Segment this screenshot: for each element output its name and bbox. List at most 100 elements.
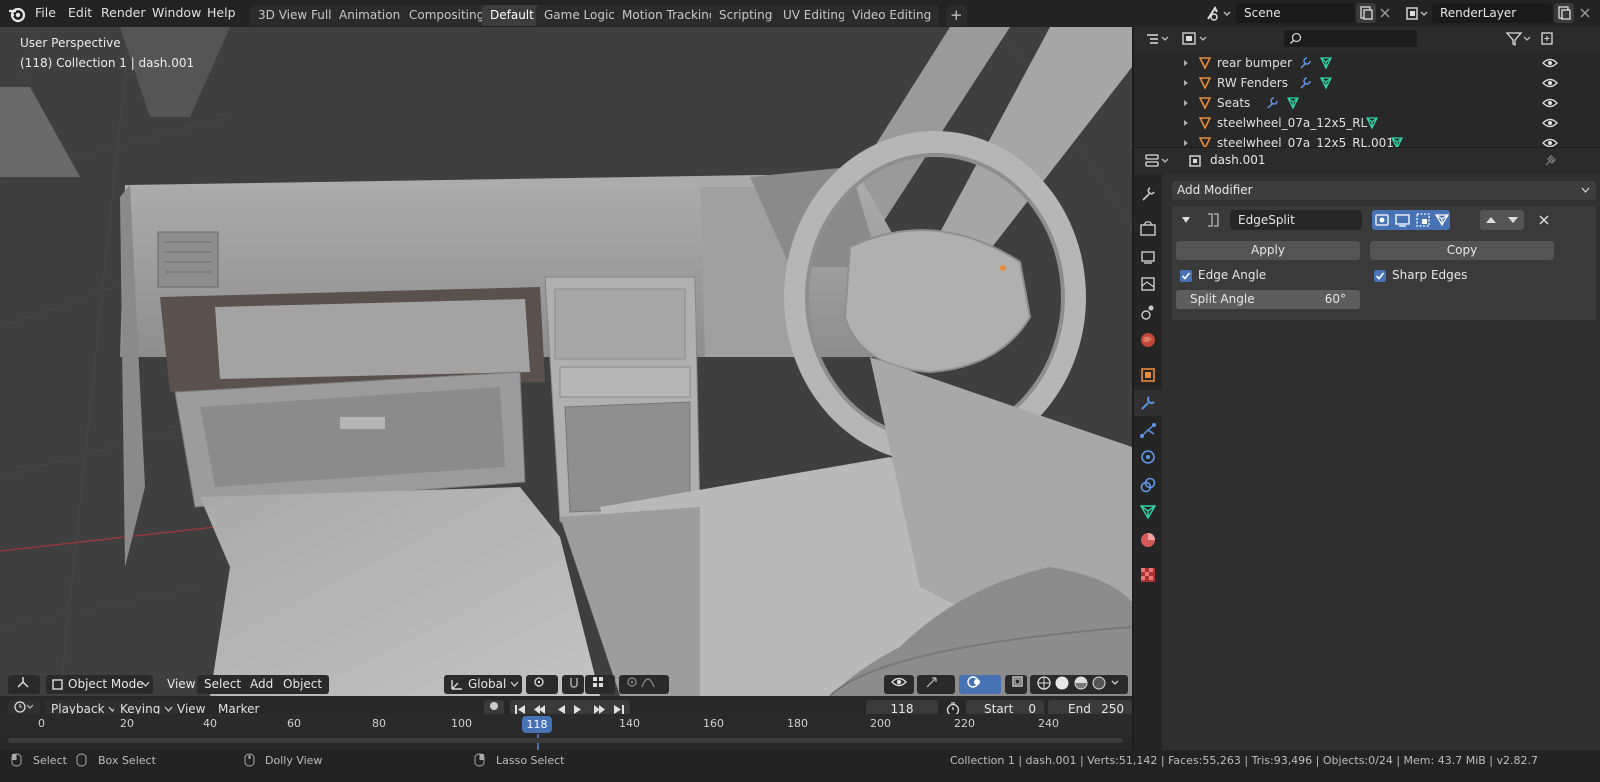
visibility-eye-icon[interactable] bbox=[1542, 77, 1558, 89]
expand-arrow-icon[interactable] bbox=[1182, 139, 1190, 147]
pivot-point-button[interactable] bbox=[526, 675, 558, 694]
texture-tab-icon[interactable] bbox=[1139, 566, 1157, 584]
filter-icon[interactable] bbox=[1504, 30, 1534, 48]
editor-type-button[interactable] bbox=[8, 675, 40, 694]
overlays-button[interactable] bbox=[959, 675, 1001, 694]
outliner[interactable]: rear bumper RW Fenders Seats steelwheel_… bbox=[1134, 27, 1600, 147]
tab-scripting[interactable]: Scripting bbox=[711, 5, 781, 26]
outliner-item-steelwheel-rl-001[interactable]: steelwheel_07a_12x5_RL.001 bbox=[1134, 133, 1600, 147]
render-layer-field[interactable]: RenderLayer bbox=[1432, 3, 1552, 23]
visibility-eye-icon[interactable] bbox=[1542, 137, 1558, 147]
pin-icon[interactable] bbox=[1543, 154, 1557, 168]
modifiers-tab-active[interactable] bbox=[1134, 390, 1162, 416]
tick-label: 60 bbox=[287, 717, 301, 730]
visibility-button[interactable] bbox=[884, 675, 914, 694]
move-modifier-buttons[interactable] bbox=[1480, 210, 1524, 230]
orientation-dropdown[interactable]: Global bbox=[444, 675, 522, 694]
xray-toggle-icon[interactable] bbox=[1005, 675, 1027, 694]
properties-editor[interactable]: dash.001 Add Modifier EdgeSplit Apply Co… bbox=[1134, 148, 1600, 750]
menu-window[interactable]: Window bbox=[152, 5, 201, 20]
status-select: Select bbox=[33, 754, 67, 767]
outliner-item-rear-bumper[interactable]: rear bumper bbox=[1134, 53, 1600, 73]
tool-tab-icon[interactable] bbox=[1139, 185, 1157, 203]
particles-tab-icon[interactable] bbox=[1139, 421, 1157, 439]
edge-angle-checkbox[interactable] bbox=[1180, 270, 1192, 282]
tab-uv-editing[interactable]: UV Editing bbox=[775, 5, 854, 26]
expand-arrow-icon[interactable] bbox=[1182, 79, 1190, 87]
add-workspace-button[interactable]: + bbox=[946, 5, 967, 26]
render-tab-icon[interactable] bbox=[1139, 220, 1157, 238]
outliner-item-rw-fenders[interactable]: RW Fenders bbox=[1134, 73, 1600, 93]
car-interior-render bbox=[0, 27, 1132, 696]
timeline-editor[interactable]: Playback Keying View Marker 118 Start 0 … bbox=[0, 696, 1132, 758]
object-data-tab-icon[interactable] bbox=[1139, 503, 1157, 521]
playhead-indicator[interactable]: 118 bbox=[522, 716, 552, 733]
frame-ruler[interactable]: 0 20 40 60 80 100 140 160 180 200 220 24… bbox=[0, 714, 1132, 758]
outliner-item-steelwheel-rl[interactable]: steelwheel_07a_12x5_RL bbox=[1134, 113, 1600, 133]
timeline-scrollbar[interactable] bbox=[8, 738, 1123, 743]
menu-add[interactable]: Add bbox=[243, 675, 281, 694]
add-modifier-label: Add Modifier bbox=[1177, 183, 1253, 197]
visibility-eye-icon[interactable] bbox=[1542, 97, 1558, 109]
expand-arrow-icon[interactable] bbox=[1182, 59, 1190, 67]
menu-file[interactable]: File bbox=[35, 5, 56, 20]
menu-help[interactable]: Help bbox=[207, 5, 236, 20]
top-bar: File Edit Render Window Help 3D View Ful… bbox=[0, 0, 1600, 27]
scene-tab-icon[interactable] bbox=[1139, 303, 1157, 321]
outliner-item-seats[interactable]: Seats bbox=[1134, 93, 1600, 113]
render-layer-icon[interactable] bbox=[1404, 4, 1430, 24]
visibility-eye-icon[interactable] bbox=[1542, 117, 1558, 129]
menu-select[interactable]: Select bbox=[197, 675, 249, 694]
blender-logo-icon[interactable] bbox=[8, 5, 26, 23]
remove-modifier-icon[interactable] bbox=[1538, 214, 1550, 226]
sidebar-toggle-icon[interactable] bbox=[1122, 41, 1132, 53]
physics-tab-icon[interactable] bbox=[1139, 448, 1157, 466]
snap-target-button[interactable] bbox=[585, 675, 615, 694]
new-collection-icon[interactable] bbox=[1539, 30, 1555, 48]
tab-video-editing[interactable]: Video Editing bbox=[844, 5, 940, 26]
modifier-visibility-toggles[interactable] bbox=[1372, 210, 1450, 230]
scene-field[interactable]: Scene bbox=[1236, 3, 1354, 23]
outliner-editor-type-icon[interactable] bbox=[1144, 30, 1170, 48]
close-scene-icon[interactable] bbox=[1378, 6, 1392, 20]
world-tab-icon[interactable] bbox=[1139, 331, 1157, 349]
close-render-layer-icon[interactable] bbox=[1578, 6, 1592, 20]
object-tab-icon[interactable] bbox=[1139, 366, 1157, 384]
view-layer-tab-icon[interactable] bbox=[1139, 275, 1157, 293]
display-mode-icon[interactable] bbox=[1179, 30, 1209, 48]
menu-object[interactable]: Object bbox=[276, 675, 330, 694]
visibility-eye-icon[interactable] bbox=[1542, 57, 1558, 69]
proportional-editing-button[interactable] bbox=[619, 675, 669, 694]
new-scene-icon[interactable] bbox=[1356, 3, 1376, 23]
object-mode-dropdown[interactable]: Object Mode bbox=[46, 675, 153, 694]
tab-animation[interactable]: Animation bbox=[331, 5, 409, 26]
copy-button[interactable]: Copy bbox=[1370, 241, 1554, 260]
scene-icon[interactable] bbox=[1205, 4, 1231, 24]
output-tab-icon[interactable] bbox=[1139, 248, 1157, 266]
modifier-name-input[interactable]: EdgeSplit bbox=[1230, 210, 1362, 230]
tab-motion-tracking[interactable]: Motion Tracking bbox=[614, 5, 725, 26]
apply-button[interactable]: Apply bbox=[1176, 241, 1360, 260]
collapse-arrow-icon[interactable] bbox=[1181, 215, 1191, 225]
sharp-edges-checkbox[interactable] bbox=[1374, 270, 1386, 282]
material-tab-icon[interactable] bbox=[1139, 531, 1157, 549]
menu-edit[interactable]: Edit bbox=[68, 5, 92, 20]
new-render-layer-icon[interactable] bbox=[1554, 3, 1574, 23]
split-angle-slider[interactable]: Split Angle 60° bbox=[1176, 290, 1360, 309]
tab-default[interactable]: Default bbox=[482, 5, 542, 26]
tab-compositing[interactable]: Compositing bbox=[401, 5, 493, 26]
outliner-search-input[interactable] bbox=[1284, 30, 1417, 47]
snap-toggle-icon[interactable] bbox=[562, 675, 584, 694]
shading-buttons[interactable] bbox=[1030, 675, 1128, 694]
scene-statistics: Collection 1 | dash.001 | Verts:51,142 |… bbox=[949, 754, 1538, 767]
add-modifier-dropdown[interactable]: Add Modifier bbox=[1172, 181, 1596, 200]
constraints-tab-icon[interactable] bbox=[1139, 476, 1157, 494]
expand-arrow-icon[interactable] bbox=[1182, 119, 1190, 127]
menu-render[interactable]: Render bbox=[101, 5, 146, 20]
tab-3d-view-full[interactable]: 3D View Full bbox=[250, 5, 340, 26]
gizmo-button[interactable] bbox=[917, 675, 955, 694]
3d-viewport[interactable]: User Perspective (118) Collection 1 | da… bbox=[0, 27, 1132, 696]
tab-game-logic[interactable]: Game Logic bbox=[536, 5, 623, 26]
expand-arrow-icon[interactable] bbox=[1182, 99, 1190, 107]
properties-editor-type-icon[interactable] bbox=[1144, 152, 1170, 170]
